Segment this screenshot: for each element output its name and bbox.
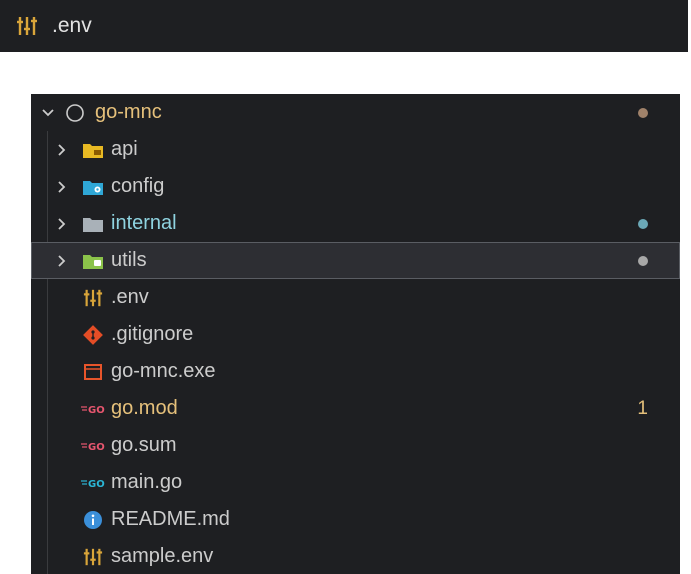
tree-item-label: go.mod bbox=[111, 397, 178, 419]
tree-item-label: sample.env bbox=[111, 545, 214, 567]
folder-api-icon bbox=[81, 139, 105, 161]
window-icon bbox=[81, 361, 105, 383]
editor-tab-bar: .env bbox=[0, 0, 688, 52]
info-icon bbox=[81, 509, 105, 531]
tree-item-label: internal bbox=[111, 212, 177, 234]
sliders-icon bbox=[16, 15, 38, 37]
tree-file-go-sum[interactable]: GO go.sum bbox=[31, 427, 680, 464]
tree-item-label: api bbox=[111, 138, 138, 160]
git-status-dot bbox=[638, 218, 648, 229]
svg-text:GO: GO bbox=[88, 479, 105, 490]
tree-item-label: utils bbox=[111, 249, 147, 271]
tree-item-label: .gitignore bbox=[111, 323, 194, 345]
tree-item-label: README.md bbox=[111, 508, 230, 530]
tree-file-readme[interactable]: README.md bbox=[31, 501, 680, 538]
chevron-right-icon[interactable] bbox=[53, 217, 71, 231]
circle-outline-icon bbox=[63, 102, 87, 124]
go-mod-icon: GO bbox=[81, 398, 105, 420]
tree-file-sample-env[interactable]: sample.env bbox=[31, 538, 680, 574]
git-status-dot bbox=[638, 107, 648, 118]
tree-file-gitignore[interactable]: .gitignore bbox=[31, 316, 680, 353]
svg-text:GO: GO bbox=[88, 405, 105, 416]
problem-count-badge: 1 bbox=[637, 397, 648, 419]
folder-config-icon bbox=[81, 176, 105, 198]
git-icon bbox=[81, 324, 105, 346]
tree-file-env[interactable]: .env bbox=[31, 279, 680, 316]
go-file-icon: GO bbox=[81, 472, 105, 494]
sliders-icon bbox=[81, 287, 105, 309]
root-folder-label: go-mnc bbox=[95, 101, 162, 123]
tree-folder-config[interactable]: config bbox=[31, 168, 680, 205]
chevron-right-icon[interactable] bbox=[53, 180, 71, 194]
tree-file-go-mod[interactable]: GO go.mod 1 bbox=[31, 390, 680, 427]
tree-folder-internal[interactable]: internal bbox=[31, 205, 680, 242]
folder-internal-icon bbox=[81, 213, 105, 235]
tree-item-label: config bbox=[111, 175, 165, 197]
explorer-root-go-mnc[interactable]: go-mnc bbox=[31, 94, 680, 131]
chevron-right-icon[interactable] bbox=[53, 254, 71, 268]
go-sum-icon: GO bbox=[81, 435, 105, 457]
folder-utils-icon bbox=[81, 250, 105, 272]
active-file-name[interactable]: .env bbox=[52, 14, 92, 38]
tree-file-main-go[interactable]: GO main.go bbox=[31, 464, 680, 501]
tree-item-label: .env bbox=[111, 286, 149, 308]
chevron-down-icon[interactable] bbox=[39, 108, 57, 118]
tree-file-exe[interactable]: go-mnc.exe bbox=[31, 353, 680, 390]
sliders-icon bbox=[81, 546, 105, 568]
tree-folder-utils[interactable]: utils bbox=[31, 242, 680, 279]
file-explorer: go-mnc api config internal utils .env .g… bbox=[31, 94, 680, 574]
tree-item-label: go-mnc.exe bbox=[111, 360, 216, 382]
tree-item-label: main.go bbox=[111, 471, 183, 493]
git-status-dot bbox=[638, 255, 648, 266]
svg-text:GO: GO bbox=[88, 442, 105, 453]
tree-folder-api[interactable]: api bbox=[31, 131, 680, 168]
chevron-right-icon[interactable] bbox=[53, 143, 71, 157]
tree-item-label: go.sum bbox=[111, 434, 177, 456]
